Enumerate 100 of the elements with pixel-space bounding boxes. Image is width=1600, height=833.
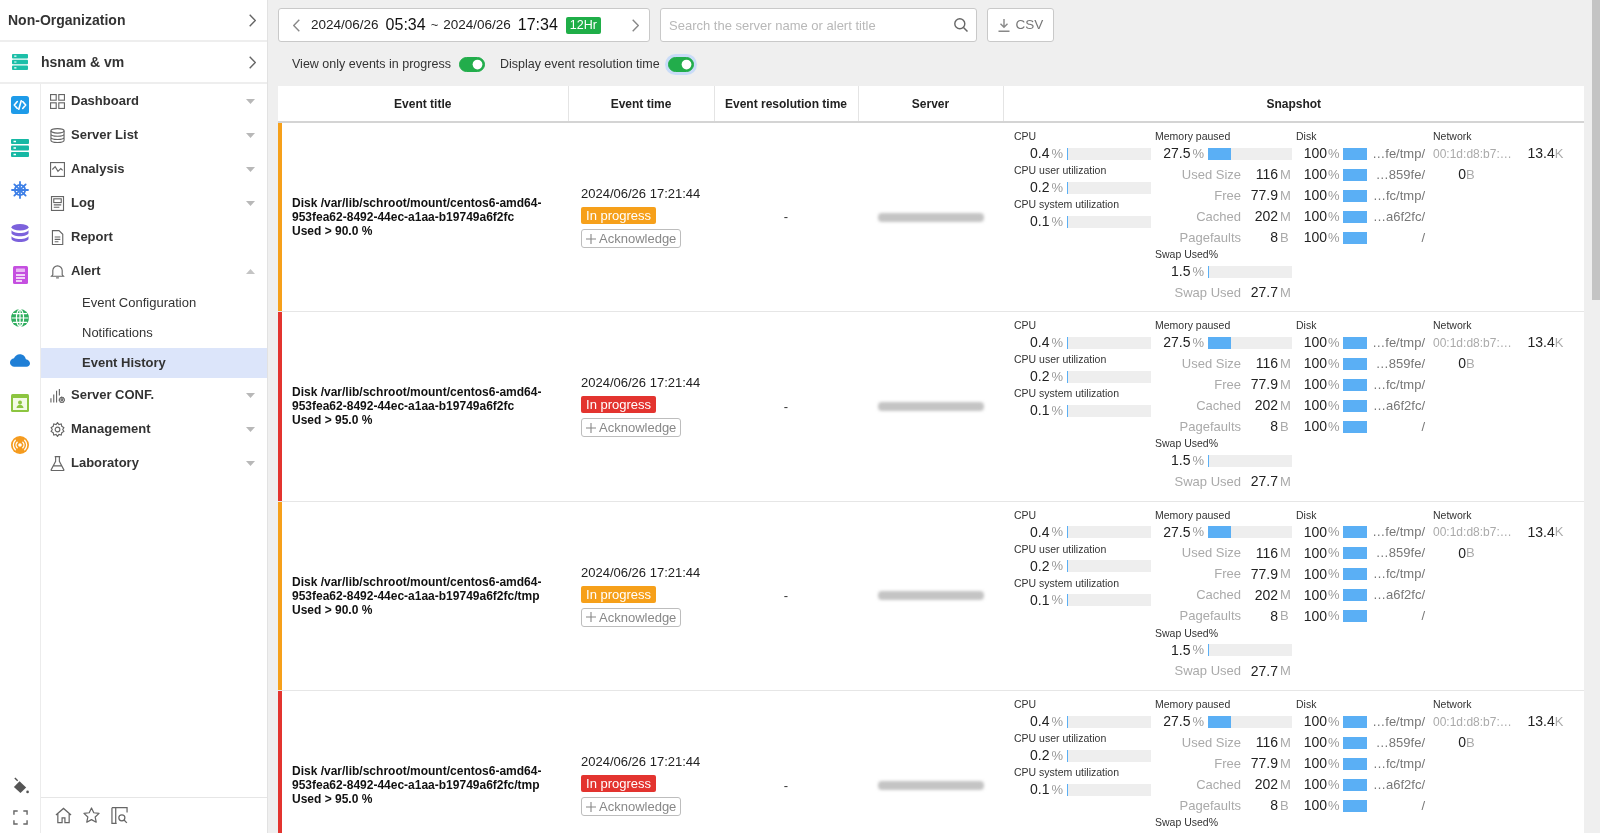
submenu-item[interactable]: Notifications — [41, 318, 267, 348]
chevron-left-icon[interactable] — [293, 18, 300, 32]
metric-value: 100 — [1302, 144, 1327, 163]
metric-label: CPU — [1014, 130, 1038, 143]
unit-label: % — [1328, 523, 1340, 542]
menu-item[interactable]: Laboratory — [41, 446, 267, 480]
unit-label: M — [1280, 186, 1292, 205]
globe-icon[interactable] — [11, 308, 29, 327]
status-badge: In progress — [581, 585, 657, 603]
metric-value: 100 — [1302, 522, 1327, 542]
unit-label: M — [1280, 396, 1292, 415]
resolution-time: - — [783, 777, 789, 793]
disk-path: …a6f2fc/ — [1372, 775, 1426, 794]
menu-item[interactable]: Server List — [41, 118, 267, 152]
metric-label: Memory paused — [1155, 508, 1232, 522]
event-title: Disk /var/lib/schroot/mount/centos6-amd64- 953fea62-8492-44ec-a1aa-b19749a6f2fc/tmp Used > 95.0 % — [292, 764, 543, 807]
unit-label: % — [1328, 733, 1340, 752]
organization-selector[interactable]: Non-Organization — [0, 0, 267, 42]
metric-value: 0 — [1457, 354, 1466, 373]
metric-value: 8 — [1269, 228, 1278, 247]
app-window-person-icon[interactable] — [11, 393, 29, 412]
metric-value: 116 — [1254, 165, 1278, 184]
broadcast-icon[interactable] — [11, 436, 29, 455]
submenu-item[interactable]: Event History — [41, 348, 267, 378]
detail-label: Free — [1213, 375, 1241, 394]
interface-name: 00:1d:d8:b7:… — [1433, 334, 1512, 352]
unit-label: M — [1280, 207, 1292, 226]
disk-path: / — [1420, 796, 1426, 815]
helm-wheel-icon[interactable] — [11, 181, 29, 200]
toggle-switch[interactable] — [458, 56, 485, 72]
menu-item[interactable]: Management — [41, 412, 267, 446]
menu-item[interactable]: Analysis — [41, 152, 267, 186]
metric-value: 27.5 — [1162, 522, 1191, 542]
unit-label: % — [1051, 212, 1063, 231]
csv-export-button[interactable]: CSV — [987, 8, 1054, 42]
unit-label: % — [1328, 754, 1340, 773]
fullscreen-icon[interactable] — [12, 809, 28, 825]
submenu-item[interactable]: Event Configuration — [41, 288, 267, 318]
metric-value: 13.4 — [1526, 712, 1555, 731]
scrollbar-thumb[interactable] — [1592, 0, 1600, 300]
disk-path: …fe/tmp/ — [1371, 333, 1426, 352]
acknowledge-button[interactable]: Acknowledge — [581, 607, 682, 627]
detail-label: Cached — [1195, 586, 1241, 605]
star-icon[interactable] — [83, 807, 100, 824]
metric-value: 202 — [1253, 585, 1278, 605]
log-file-icon — [50, 195, 65, 211]
chevron-right-icon[interactable] — [632, 18, 639, 32]
metric-label: CPU user utilization — [1014, 353, 1108, 366]
disk-path: …fe/tmp/ — [1371, 144, 1426, 163]
unit-label: % — [1192, 523, 1204, 542]
unit-label: M — [1280, 544, 1292, 563]
unit-label: M — [1280, 472, 1292, 491]
unit-label: % — [1328, 375, 1340, 394]
cloud-icon[interactable] — [10, 353, 30, 367]
disk-path: …a6f2fc/ — [1372, 396, 1426, 415]
download-icon — [997, 18, 1010, 32]
acknowledge-button[interactable]: Acknowledge — [581, 229, 682, 248]
resolution-time: - — [783, 588, 789, 603]
metric-label: Network — [1433, 130, 1473, 143]
menu-item[interactable]: Dashboard — [41, 84, 267, 118]
end-date: 2024/06/26 — [443, 15, 511, 34]
metric-label: Network — [1433, 698, 1473, 711]
metric-value: 100 — [1302, 606, 1327, 626]
event-title: Disk /var/lib/schroot/mount/centos6-amd64- 953fea62-8492-44ec-a1aa-b19749a6f2fc Used > 90.0 % — [292, 196, 543, 238]
unit-label: B — [1466, 165, 1475, 184]
disk-path: …fc/tmp/ — [1372, 565, 1426, 584]
unit-label: % — [1051, 178, 1063, 197]
code-icon[interactable] — [11, 96, 29, 115]
unit-label: % — [1328, 165, 1340, 184]
unit-label: % — [1051, 712, 1063, 731]
server-stack-icon[interactable] — [11, 138, 29, 157]
detail-label: Pagefaults — [1178, 417, 1241, 436]
unit-label: B — [1466, 354, 1475, 373]
paint-bucket-icon[interactable] — [11, 776, 29, 794]
unit-label: % — [1328, 796, 1340, 815]
line-chart-icon — [50, 161, 65, 177]
metric-label: Swap Used% — [1155, 248, 1220, 261]
event-time: 2024/06/26 17:21:44 — [581, 375, 701, 392]
menu-item[interactable]: Alert — [41, 254, 267, 288]
home-icon[interactable] — [55, 807, 72, 824]
metric-value: 77.9 — [1249, 186, 1278, 205]
detail-label: Pagefaults — [1178, 607, 1241, 626]
metric-value: 100 — [1302, 775, 1327, 794]
disk-path: …859fe/ — [1374, 733, 1426, 752]
unit-label: % — [1051, 746, 1063, 765]
database-icon[interactable] — [11, 223, 29, 242]
project-selector[interactable]: hsnam & vm — [0, 42, 267, 84]
panel-search-icon[interactable] — [111, 807, 128, 824]
search-field[interactable]: Search the server name or alert title — [660, 8, 977, 42]
menu-item[interactable]: Report — [41, 220, 267, 254]
metric-value: 8 — [1269, 796, 1278, 815]
menu-item[interactable]: Server CONF. — [41, 378, 267, 412]
acknowledge-button[interactable]: Acknowledge — [581, 797, 682, 817]
toggle-switch[interactable] — [667, 56, 694, 72]
unit-label: % — [1328, 417, 1340, 436]
menu-item[interactable]: Log — [41, 186, 267, 220]
metric-value: 8 — [1269, 417, 1278, 436]
metric-label: Memory paused — [1155, 130, 1232, 143]
acknowledge-button[interactable]: Acknowledge — [581, 418, 682, 438]
log-document-icon[interactable] — [12, 266, 28, 285]
